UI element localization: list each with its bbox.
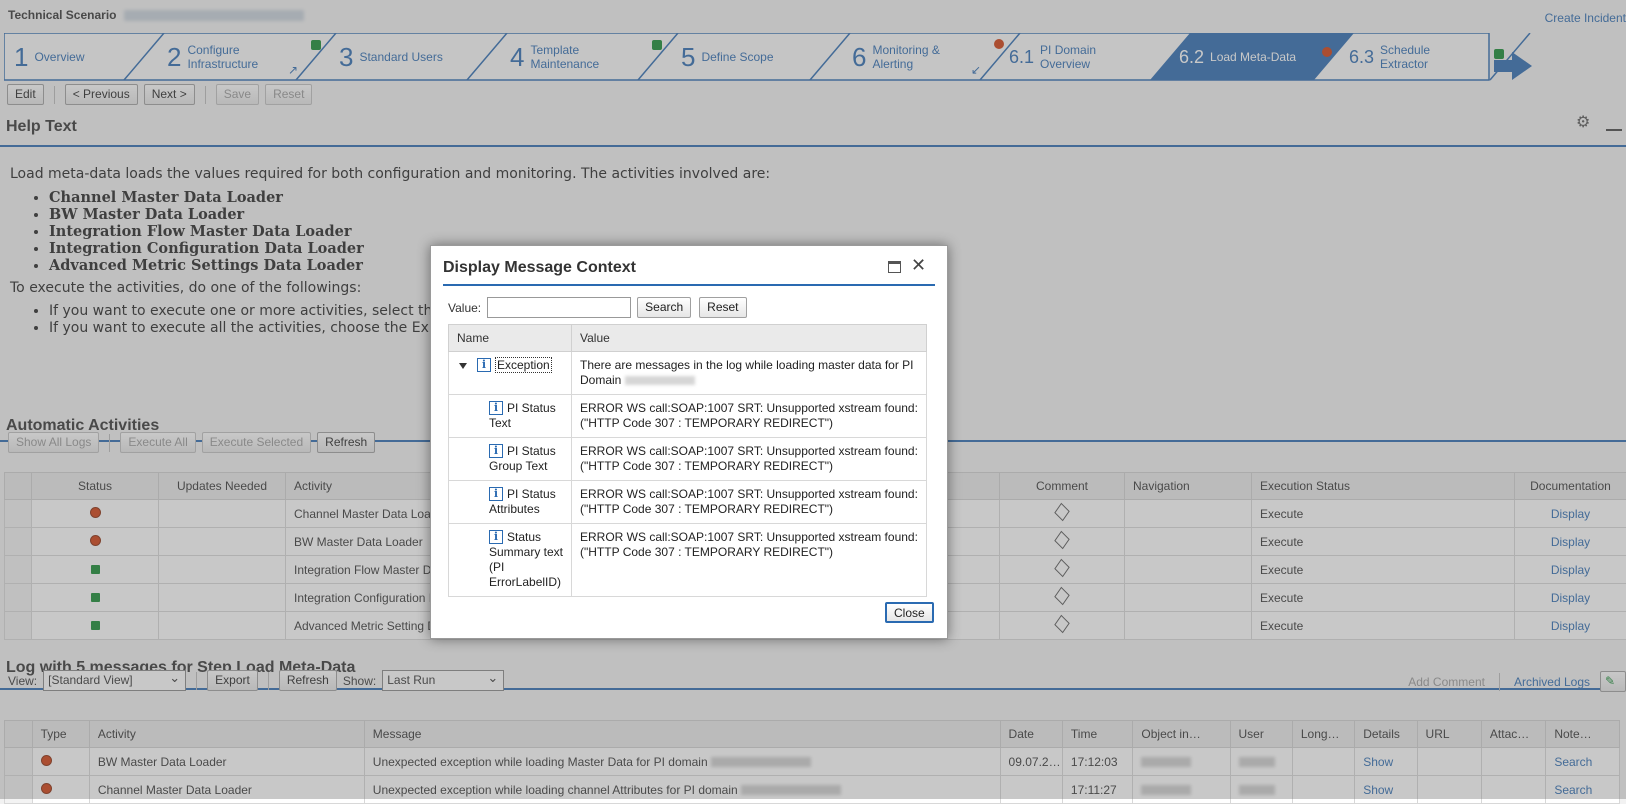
domain-blurred [625,376,695,385]
table-header-row: Name Value [449,325,927,352]
info-icon: i [489,401,503,415]
maximize-icon[interactable] [888,261,901,273]
value-cell: ERROR WS call:SOAP:1007 SRT: Unsupported… [572,524,927,597]
table-row[interactable]: iStatus Summary text (PI ErrorLabelID) E… [449,524,927,597]
dialog-title: Display Message Context [443,259,636,277]
message-context-table: Name Value i Exception There are messages… [448,324,927,597]
table-row[interactable]: iPI Status Group Text ERROR WS call:SOAP… [449,438,927,481]
column-header-value[interactable]: Value [572,325,927,352]
info-icon: i [477,358,491,372]
expand-arrow-icon[interactable] [459,363,467,369]
info-icon: i [489,487,503,501]
value-cell: ERROR WS call:SOAP:1007 SRT: Unsupported… [572,395,927,438]
name-cell: i Exception [449,352,572,395]
name-cell: iPI Status Text [449,395,572,438]
value-cell: There are messages in the log while load… [572,352,927,395]
close-icon[interactable]: ✕ [911,255,926,276]
value-cell: ERROR WS call:SOAP:1007 SRT: Unsupported… [572,438,927,481]
name-cell: iPI Status Group Text [449,438,572,481]
table-row[interactable]: iPI Status Attributes ERROR WS call:SOAP… [449,481,927,524]
node-label[interactable]: Exception [495,357,552,373]
info-icon: i [489,530,503,544]
display-message-context-dialog: Display Message Context ✕ Value: Search … [430,245,948,639]
table-row[interactable]: i Exception There are messages in the log… [449,352,927,395]
dialog-reset-button[interactable]: Reset [699,297,746,318]
table-row[interactable]: iPI Status Text ERROR WS call:SOAP:1007 … [449,395,927,438]
name-cell: iPI Status Attributes [449,481,572,524]
dialog-close-button[interactable]: Close [885,602,934,623]
dialog-search-button[interactable]: Search [637,297,691,318]
value-input[interactable] [487,297,631,318]
dialog-search-bar: Value: Search Reset [448,297,747,318]
value-cell: ERROR WS call:SOAP:1007 SRT: Unsupported… [572,481,927,524]
value-label: Value: [448,301,481,315]
column-header-name[interactable]: Name [449,325,572,352]
name-cell: iStatus Summary text (PI ErrorLabelID) [449,524,572,597]
dialog-title-divider [443,284,935,286]
info-icon: i [489,444,503,458]
